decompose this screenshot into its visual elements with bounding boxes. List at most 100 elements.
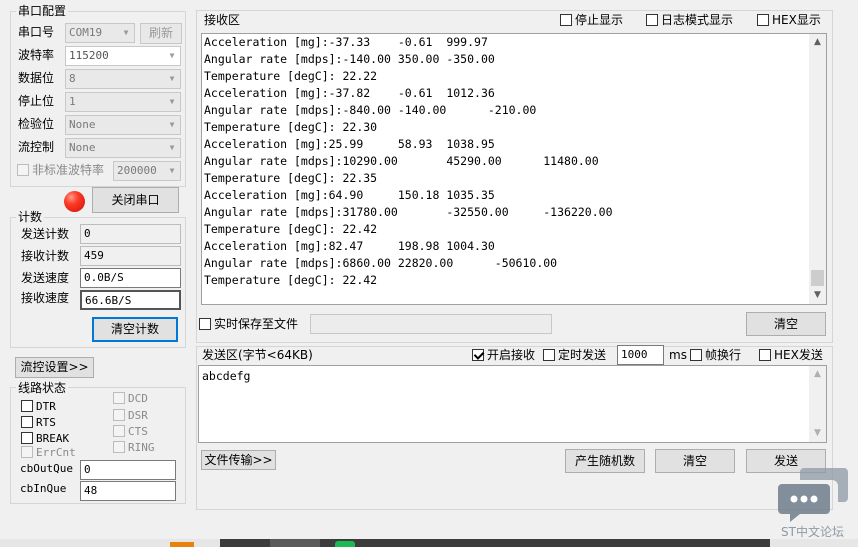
nonstd-baud-value: 200000 bbox=[117, 164, 157, 177]
flow-settings-button[interactable]: 流控设置>> bbox=[15, 357, 94, 378]
send-speed-label: 发送速度 bbox=[21, 271, 70, 285]
close-port-button[interactable]: 关闭串口 bbox=[92, 187, 179, 213]
interval-input[interactable]: 1000 bbox=[617, 345, 664, 365]
stop-display-checkbox[interactable]: 停止显示 bbox=[560, 13, 623, 27]
parity-value: None bbox=[69, 118, 96, 131]
port-label: 串口号 bbox=[18, 25, 55, 39]
file-transfer-button[interactable]: 文件传输>> bbox=[201, 450, 276, 470]
enable-receive-checkbox[interactable]: 开启接收 bbox=[472, 348, 535, 362]
parity-label: 检验位 bbox=[18, 117, 55, 131]
receive-clear-button[interactable]: 清空 bbox=[746, 312, 826, 336]
receive-line: Acceleration [mg]:82.47 198.98 1004.30 bbox=[204, 239, 495, 253]
timed-send-checkbox[interactable]: 定时发送 bbox=[543, 348, 606, 362]
stopbits-label: 停止位 bbox=[18, 94, 55, 108]
cts-label: CTS bbox=[128, 425, 148, 438]
receive-area-title: 接收区 bbox=[204, 13, 241, 27]
send-textarea[interactable]: abcdefg ▲ ▼ bbox=[198, 365, 827, 443]
scroll-down-icon[interactable]: ▼ bbox=[809, 287, 826, 304]
send-scrollbar[interactable]: ▲ ▼ bbox=[809, 366, 826, 442]
recv-count-value: 459 bbox=[80, 246, 181, 266]
watermark-text: ST中文论坛 bbox=[781, 525, 844, 539]
rts-checkbox[interactable]: RTS bbox=[21, 416, 56, 430]
send-clear-button[interactable]: 清空 bbox=[655, 449, 735, 473]
flow-value: None bbox=[69, 141, 96, 154]
receive-line: Temperature [degC]: 22.22 bbox=[204, 69, 378, 83]
recv-count-label: 接收计数 bbox=[21, 249, 70, 263]
hex-display-checkbox[interactable]: HEX显示 bbox=[757, 13, 821, 27]
chevron-down-icon: ▼ bbox=[123, 28, 129, 37]
hex-display-label: HEX显示 bbox=[772, 13, 821, 27]
checkbox-box bbox=[113, 425, 125, 437]
receive-line: Temperature [degC]: 22.30 bbox=[204, 120, 378, 134]
checkbox-box bbox=[759, 349, 771, 361]
cbOutQue-value: 0 bbox=[80, 460, 176, 480]
port-select[interactable]: COM19 ▼ bbox=[65, 23, 135, 43]
nonstd-baud-label: 非标准波特率 bbox=[32, 163, 105, 177]
dtr-label: DTR bbox=[36, 400, 56, 413]
receive-line: Acceleration [mg]:-37.33 -0.61 999.97 bbox=[204, 35, 488, 49]
refresh-button[interactable]: 刷新 bbox=[140, 23, 182, 44]
flow-select[interactable]: None ▼ bbox=[65, 138, 181, 158]
errcnt-checkbox: ErrCnt bbox=[21, 446, 76, 460]
databits-label: 数据位 bbox=[18, 71, 55, 85]
checkbox-box bbox=[21, 400, 33, 412]
random-number-button[interactable]: 产生随机数 bbox=[565, 449, 645, 473]
checkbox-box bbox=[199, 318, 211, 330]
checkbox-box bbox=[113, 441, 125, 453]
cbInQue-label: cbInQue bbox=[20, 482, 67, 495]
enable-receive-label: 开启接收 bbox=[487, 348, 536, 362]
clear-count-button[interactable]: 清空计数 bbox=[92, 317, 178, 342]
send-count-value: 0 bbox=[80, 224, 181, 244]
nonstd-baud-select[interactable]: 200000 ▼ bbox=[113, 161, 181, 181]
ring-label: RING bbox=[128, 441, 155, 454]
receive-scrollbar[interactable]: ▲ ▼ bbox=[809, 34, 826, 304]
stop-display-label: 停止显示 bbox=[575, 13, 624, 27]
stopbits-select[interactable]: 1 ▼ bbox=[65, 92, 181, 112]
taskbar-segment-active bbox=[270, 539, 320, 547]
cts-indicator: CTS bbox=[113, 425, 148, 439]
chevron-down-icon: ▼ bbox=[169, 51, 175, 60]
databits-select[interactable]: 8 ▼ bbox=[65, 69, 181, 89]
frame-newline-label: 帧换行 bbox=[705, 348, 742, 362]
scroll-down-icon[interactable]: ▼ bbox=[809, 425, 826, 442]
stopbits-value: 1 bbox=[69, 95, 76, 108]
taskbar-app-icon[interactable] bbox=[335, 541, 355, 547]
checkbox-box bbox=[113, 409, 125, 421]
chevron-down-icon: ▼ bbox=[169, 166, 175, 175]
baud-label: 波特率 bbox=[18, 48, 55, 62]
scroll-up-icon[interactable]: ▲ bbox=[809, 34, 826, 51]
receive-line: Temperature [degC]: 22.35 bbox=[204, 171, 378, 185]
send-speed-value: 0.0B/S bbox=[80, 268, 181, 288]
send-area-title: 发送区(字节<64KB) bbox=[202, 348, 313, 362]
save-file-path-input[interactable] bbox=[310, 314, 552, 334]
scroll-thumb[interactable] bbox=[811, 270, 824, 286]
baud-select[interactable]: 115200 ▼ bbox=[65, 46, 181, 66]
checkbox-box bbox=[21, 432, 33, 444]
checkbox-box bbox=[17, 164, 29, 176]
dtr-checkbox[interactable]: DTR bbox=[21, 400, 56, 414]
checkbox-box bbox=[690, 349, 702, 361]
counter-title: 计数 bbox=[16, 210, 45, 224]
scroll-up-icon[interactable]: ▲ bbox=[809, 366, 826, 383]
checkbox-box bbox=[757, 14, 769, 26]
save-realtime-checkbox[interactable]: 实时保存至文件 bbox=[199, 317, 298, 331]
hex-send-checkbox[interactable]: HEX发送 bbox=[759, 348, 823, 362]
checkbox-box bbox=[21, 416, 33, 428]
taskbar-app-icon[interactable] bbox=[170, 542, 194, 547]
save-realtime-label: 实时保存至文件 bbox=[214, 317, 299, 331]
break-checkbox[interactable]: BREAK bbox=[21, 432, 69, 446]
rts-label: RTS bbox=[36, 416, 56, 429]
port-status-led-icon bbox=[64, 191, 85, 212]
dsr-label: DSR bbox=[128, 409, 148, 422]
chevron-down-icon: ▼ bbox=[169, 97, 175, 106]
port-value: COM19 bbox=[69, 26, 103, 39]
receive-textarea[interactable]: Acceleration [mg]:-37.33 -0.61 999.97 Ang… bbox=[201, 33, 827, 305]
parity-select[interactable]: None ▼ bbox=[65, 115, 181, 135]
nonstd-baud-checkbox[interactable]: 非标准波特率 bbox=[17, 163, 104, 177]
errcnt-label: ErrCnt bbox=[36, 446, 76, 459]
receive-line: Angular rate [mdps]:31780.00 -32550.00 -… bbox=[204, 205, 613, 219]
send-count-label: 发送计数 bbox=[21, 227, 70, 241]
log-mode-checkbox[interactable]: 日志模式显示 bbox=[646, 13, 733, 27]
frame-newline-checkbox[interactable]: 帧换行 bbox=[690, 348, 741, 362]
chevron-down-icon: ▼ bbox=[169, 143, 175, 152]
